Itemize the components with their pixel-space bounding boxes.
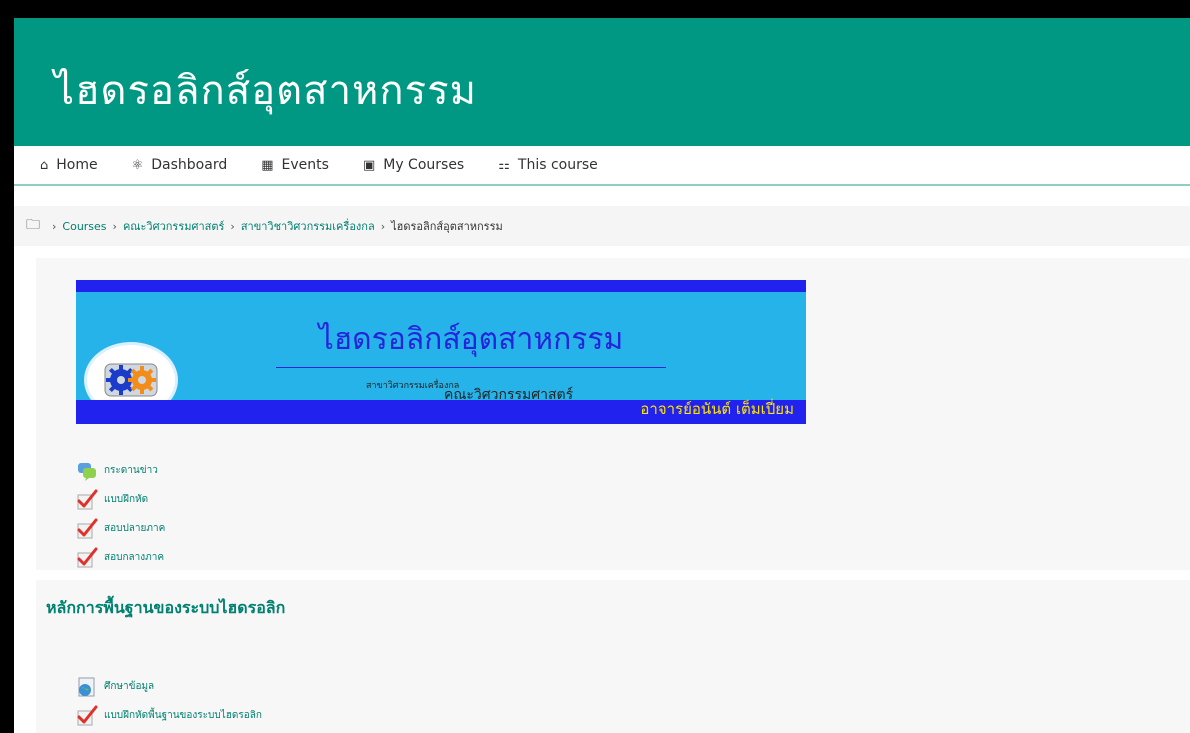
forum-icon: [78, 462, 96, 481]
folder-icon: 🗀: [26, 217, 40, 233]
nav-this-course[interactable]: ⚏ This course: [498, 157, 598, 173]
breadcrumb-faculty[interactable]: คณะวิศวกรรมศาสตร์: [123, 217, 224, 235]
quiz-icon: [77, 489, 98, 509]
breadcrumb-separator: ›: [52, 219, 57, 233]
site-title: ไฮดรอลิกส์อุตสาหกรรม: [54, 68, 477, 114]
activity-label: แบบฝึกหัดพื้นฐานของระบบไฮดรอลิก: [104, 710, 262, 721]
quiz-icon: [77, 705, 98, 725]
screenshot-frame: ไฮดรอลิกส์อุตสาหกรรม ⌂ Home ⚛ Dashboard …: [0, 0, 1190, 733]
breadcrumb-current: ไฮดรอลิกส์อุตสาหกรรม: [391, 220, 503, 233]
activity-exercise[interactable]: แบบฝึกหัด: [76, 485, 165, 514]
breadcrumb-separator: ›: [112, 219, 117, 233]
breadcrumb-separator: ›: [380, 219, 386, 233]
banner-top-stripe: [76, 280, 806, 292]
activity-label: สอบปลายภาค: [104, 523, 166, 534]
briefcase-icon: ▣: [362, 157, 376, 173]
activity-list: กระดานข่าว แบบฝึกหัด สอบปลายภาค สอบกลางภ…: [76, 456, 165, 572]
activity-final-exam[interactable]: สอบปลายภาค: [76, 514, 165, 543]
course-section-topic-1: หลักการพื้นฐานของระบบไฮดรอลิก ศึกษาข้อมู…: [36, 580, 1190, 733]
section-title: หลักการพื้นฐานของระบบไฮดรอลิก: [46, 598, 286, 617]
activity-midterm-exam[interactable]: สอบกลางภาค: [76, 543, 165, 572]
nav-my-courses-label: My Courses: [383, 157, 465, 173]
banner-title: ไฮดรอลิกส์อุตสาหกรรม: [276, 316, 666, 368]
site-header: ไฮดรอลิกส์อุตสาหกรรม: [14, 18, 1190, 146]
course-section-general: ไฮดรอลิกส์อุตสาหกรรม สาขาวิศวกรรมเครื่อง…: [36, 258, 1190, 570]
nav-this-course-label: This course: [517, 157, 598, 173]
quiz-icon: [77, 518, 98, 538]
course-banner-image: ไฮดรอลิกส์อุตสาหกรรม สาขาวิศวกรรมเครื่อง…: [76, 280, 806, 424]
activity-study-info[interactable]: ศึกษาข้อมูล: [76, 672, 262, 701]
nav-my-courses[interactable]: ▣ My Courses: [363, 157, 464, 173]
sitemap-icon: ⚏: [498, 157, 510, 173]
breadcrumb-courses[interactable]: Courses: [62, 220, 106, 233]
activity-news-forum[interactable]: กระดานข่าว: [76, 456, 165, 485]
nav-home[interactable]: ⌂ Home: [40, 157, 98, 173]
url-icon: [78, 677, 95, 696]
nav-home-label: Home: [56, 157, 98, 173]
activity-label: ศึกษาข้อมูล: [104, 681, 155, 692]
breadcrumb-separator: ›: [230, 219, 235, 233]
banner-author: อาจารย์อนันต์ เต็มเปี่ยม: [640, 400, 794, 418]
home-icon: ⌂: [40, 157, 49, 173]
activity-label: แบบฝึกหัด: [104, 494, 149, 505]
nav-events[interactable]: ▦ Events: [261, 157, 329, 173]
calendar-icon: ▦: [261, 157, 274, 173]
nav-dashboard-label: Dashboard: [151, 157, 228, 173]
activity-label: สอบกลางภาค: [104, 552, 165, 563]
dashboard-icon: ⚛: [131, 157, 144, 173]
activity-label: กระดานข่าว: [104, 465, 158, 476]
navbar: ⌂ Home ⚛ Dashboard ▦ Events ▣ My Courses…: [14, 146, 1190, 186]
browser-viewport: ไฮดรอลิกส์อุตสาหกรรม ⌂ Home ⚛ Dashboard …: [14, 18, 1190, 733]
nav-events-label: Events: [281, 157, 329, 173]
activity-basic-exercise[interactable]: แบบฝึกหัดพื้นฐานของระบบไฮดรอลิก: [76, 701, 262, 730]
quiz-icon: [77, 547, 98, 567]
activity-list: ศึกษาข้อมูล แบบฝึกหัดพื้นฐานของระบบไฮดรอ…: [76, 672, 262, 730]
breadcrumb-department[interactable]: สาขาวิชาวิศวกรรมเครื่องกล: [241, 217, 375, 235]
nav-dashboard[interactable]: ⚛ Dashboard: [132, 157, 228, 173]
breadcrumb: 🗀 › Courses › คณะวิศวกรรมศาสตร์ › สาขาวิ…: [14, 206, 1190, 246]
